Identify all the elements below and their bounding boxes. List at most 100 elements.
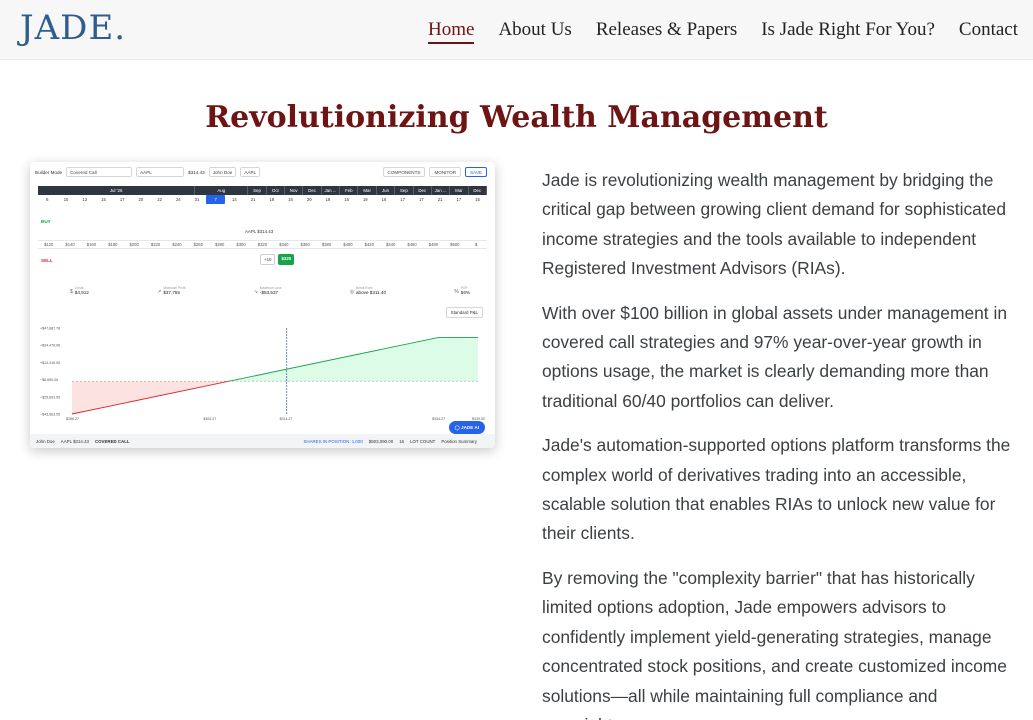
nav-contact[interactable]: Contact xyxy=(959,19,1018,44)
expiry-day: 20 xyxy=(306,197,312,202)
expiry-day: 21 xyxy=(437,197,443,202)
month-cell: Mar xyxy=(358,186,377,195)
month-cell: Oct xyxy=(267,186,286,195)
position-chips: +10 $320 xyxy=(260,254,295,265)
strategy-stats: $ Credit $4,912 ↗ Maximum Profit $37,755 ↘ Ma… xyxy=(70,286,470,295)
paragraph-complexity-barrier: By removing the "complexity barrier" tha… xyxy=(542,567,1007,720)
x-tick-label: $314.27 xyxy=(280,417,293,421)
expiry-day: 16 xyxy=(288,197,293,202)
ticker-input: AAPL xyxy=(136,167,185,177)
footer-position-value: $503,090.00 xyxy=(368,438,394,444)
strike-cell: $440 xyxy=(386,242,396,247)
expiry-day: 16 xyxy=(381,197,387,202)
strike-ladder: $120 $140 $160 $180 $200 $220 $240 $260 $280 $300… xyxy=(38,240,487,249)
stat-credit: $ Credit $4,912 xyxy=(70,286,89,295)
footer-ticker: AAPL $314.43 xyxy=(60,438,89,444)
nav-about-us[interactable]: About Us xyxy=(498,19,571,44)
stat-pop: % POP 56% xyxy=(454,286,470,295)
expiry-day: 7 xyxy=(206,195,226,204)
footer-client: John Doe xyxy=(36,438,55,444)
buy-label: BUY xyxy=(41,219,51,224)
expiry-day: 10 xyxy=(63,197,69,202)
target-icon: ◎ xyxy=(349,289,354,295)
nav-home[interactable]: Home xyxy=(428,19,475,44)
strike-cell: $460 xyxy=(407,242,417,247)
ticker-price: $314.43 xyxy=(188,169,205,175)
trend-down-icon: ↘ xyxy=(253,289,258,295)
jade-ai-button: ◯ JADE AI xyxy=(448,421,485,434)
paragraph-market-stats: With over $100 billion in global assets … xyxy=(542,302,1007,411)
y-tick-label: −$43,563.05 xyxy=(40,413,60,417)
x-tick-label: $334.27 xyxy=(432,417,445,421)
month-cell: Nov xyxy=(285,186,304,195)
month-cell: Dec xyxy=(469,186,487,195)
y-tick-label: −$8,690.06 xyxy=(40,378,58,382)
month-cell: Sep xyxy=(395,186,414,195)
nav-releases-papers[interactable]: Releases & Papers xyxy=(596,19,737,44)
y-tick-label: −$25,603.95 xyxy=(40,395,60,399)
stat-break-even: ◎ Break Even above $311.40 xyxy=(349,286,387,295)
position-footer: John Doe AAPL $314.43 COVERED CALL SHARE… xyxy=(30,434,495,448)
month-cell: Jun xyxy=(377,186,396,195)
strike-cell: $380 xyxy=(321,242,332,247)
ticker-chip: AAPL xyxy=(240,167,261,177)
y-tick-label: +$47,887.78 xyxy=(40,327,60,331)
strike-chip: $320 xyxy=(278,254,295,265)
strike-cell: $340 xyxy=(279,242,289,247)
stat-max-profit: ↗ Maximum Profit $37,755 xyxy=(157,286,186,295)
intro-text: Jade is revolutionizing wealth managemen… xyxy=(542,166,1017,720)
expiry-day: 6 xyxy=(46,197,49,202)
expiry-months-row: Jul '26 Aug Sep Oct Nov Dec Jan ... Feb Mar Jun Se… xyxy=(38,186,487,195)
main-nav: Home About Us Releases & Papers Is Jade … xyxy=(428,19,1018,44)
footer-lot-count: LOT COUNT xyxy=(410,438,436,444)
expiry-day: 17 xyxy=(400,197,406,202)
pnl-chart: +$47,887.78 +$34,476.96 +$14,416.06 −$8,690… xyxy=(40,327,485,422)
strike-cell: $400 xyxy=(343,242,353,247)
expiry-day: 18 xyxy=(269,197,275,202)
expiry-days-row: 6 10 13 15 17 20 22 24 31 7 14 21 18 16 20 18 15 19 16 17 17… xyxy=(38,195,487,204)
month-cell: Feb xyxy=(340,186,359,195)
quantity-chip: +10 xyxy=(260,254,276,265)
paragraph-bridging-gap: Jade is revolutionizing wealth managemen… xyxy=(542,170,1007,279)
page-title: Revolutionizing Wealth Management xyxy=(205,100,828,135)
ticker-price-label: AAPL $314.43 xyxy=(245,229,274,234)
client-chip: John Doe xyxy=(208,167,237,177)
strike-cell: $ xyxy=(475,242,478,247)
strategy-select: Covered Call xyxy=(66,167,133,177)
strike-cell: $260 xyxy=(193,242,203,247)
expiry-day: 31 xyxy=(194,197,200,202)
expiry-day: 20 xyxy=(138,197,144,202)
stat-max-loss: ↘ Maximum Loss -$53,537 xyxy=(253,286,282,295)
month-cell: Jan ... xyxy=(432,186,451,195)
month-cell: Mar xyxy=(450,186,469,195)
month-cell: Sep xyxy=(248,186,267,195)
percent-icon: % xyxy=(454,289,459,295)
strike-cell: $320 xyxy=(257,242,268,247)
month-cell: Aug xyxy=(195,186,249,195)
x-tick-label: $304.27 xyxy=(203,417,216,421)
monitor-button: MONITOR xyxy=(429,167,462,177)
strike-cell: $140 xyxy=(65,242,75,247)
strike-cell: $220 xyxy=(150,242,161,247)
expiry-day: 14 xyxy=(232,197,237,202)
footer-lots: 16 xyxy=(399,438,405,444)
expiry-day: 18 xyxy=(325,197,331,202)
strike-cell: $420 xyxy=(364,242,374,247)
builder-mode-label: Builder Mode xyxy=(35,169,63,175)
footer-strategy: COVERED CALL xyxy=(94,438,130,444)
expiry-day: 17 xyxy=(456,197,462,202)
pnl-dropdown: Standard P&L xyxy=(445,307,483,318)
expiry-day: 15 xyxy=(475,197,480,202)
dollar-icon: $ xyxy=(70,289,73,295)
nav-is-jade-right[interactable]: Is Jade Right For You? xyxy=(761,19,935,44)
x-tick-label: $286.27 xyxy=(66,417,79,421)
expiry-day: 19 xyxy=(362,197,368,202)
month-cell: Jul '26 xyxy=(38,186,196,195)
product-screenshot: Builder Mode Covered Call AAPL $314.43 J… xyxy=(30,162,495,448)
builder-toolbar: Builder Mode Covered Call AAPL $314.43 J… xyxy=(30,162,495,182)
strike-cell: $240 xyxy=(172,242,182,247)
footer-shares: SHARES IN POSITION: 1,000 xyxy=(303,438,363,444)
month-cell: Dec xyxy=(303,186,322,195)
jade-logo[interactable]: JADE. xyxy=(20,8,126,48)
month-cell: Jan ... xyxy=(322,186,341,195)
